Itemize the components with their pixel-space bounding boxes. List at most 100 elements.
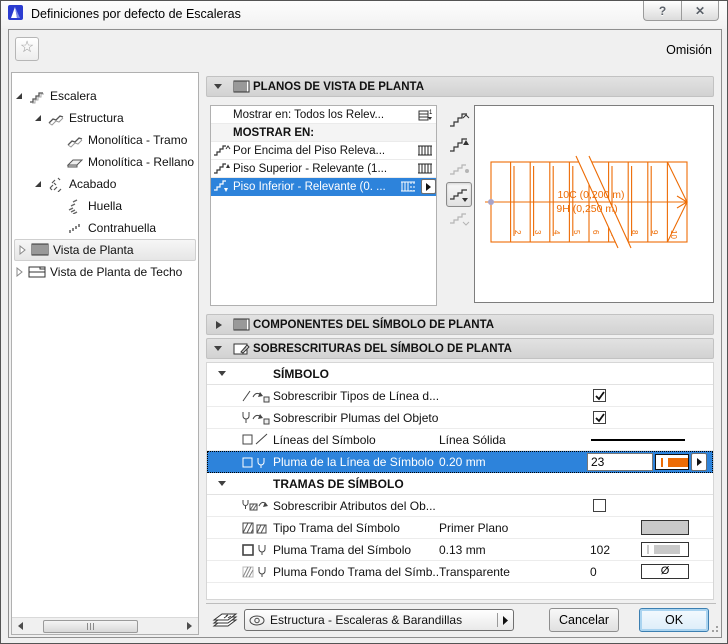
- list-item-above-relevant[interactable]: Por Encima del Piso Releva...: [211, 142, 436, 160]
- pen-color-swatch[interactable]: [655, 454, 689, 470]
- list-item-show-on[interactable]: Mostrar en: Todos los Relev... 1: [211, 106, 436, 124]
- expand-caret-icon[interactable]: [207, 320, 229, 330]
- checkbox-checked[interactable]: [593, 411, 606, 424]
- stripes-icon: [414, 163, 436, 174]
- scroll-left-arrow[interactable]: [12, 618, 29, 635]
- expanded-icon[interactable]: [12, 91, 26, 101]
- setting-row-symbol-lines[interactable]: Líneas del Símbolo Línea Sólida: [207, 429, 713, 451]
- app-icon: [8, 5, 23, 20]
- title-bar[interactable]: Definiciones por defecto de Escaleras ? …: [1, 1, 727, 28]
- section-title: PLANOS DE VISTA DE PLANTA: [253, 80, 425, 93]
- stair-above-icon: [211, 144, 233, 157]
- collapse-caret-icon[interactable]: [215, 369, 229, 378]
- setting-row-fill-pen[interactable]: Pluma Trama del Símbolo 0.13 mm 102: [207, 539, 713, 561]
- subsection-tramas[interactable]: TRAMAS DE SÍMBOLO: [207, 473, 713, 495]
- transparent-swatch[interactable]: Ø: [641, 564, 689, 579]
- setting-row-symbol-line-pen[interactable]: Pluma de la Línea de Símbolo 0.20 mm 23: [207, 451, 713, 473]
- collapse-caret-icon[interactable]: [207, 344, 229, 353]
- pen-color-swatch[interactable]: [641, 542, 689, 557]
- favorites-button[interactable]: ☆: [15, 37, 39, 61]
- tree-item-label: Monolítica - Tramo: [88, 133, 188, 147]
- list-item-bottom-relevant[interactable]: Piso Inferior - Relevante (0. ...: [211, 178, 436, 196]
- scrollbar-thumb[interactable]: [43, 619, 138, 633]
- ok-button[interactable]: OK: [639, 608, 709, 632]
- setting-row-fill-type[interactable]: Tipo Trama del Símbolo Primer Plano: [207, 517, 713, 539]
- setting-row-fill-background-pen[interactable]: Pluma Fondo Trama del Símb... Transparen…: [207, 561, 713, 583]
- list-item-label: Piso Inferior - Relevante (0. ...: [233, 180, 386, 193]
- collapse-caret-icon[interactable]: [215, 479, 229, 488]
- stair-settings-dialog: Definiciones por defecto de Escaleras ? …: [0, 0, 728, 644]
- tread-number: 10: [669, 230, 678, 239]
- mode-above-icon[interactable]: [446, 107, 472, 132]
- tread-number: 8: [630, 230, 639, 235]
- row-options-button[interactable]: [421, 179, 436, 194]
- collapse-caret-icon[interactable]: [207, 82, 229, 91]
- override-symbol-icon: [229, 342, 253, 355]
- svg-text:1: 1: [429, 110, 433, 116]
- layers-icon[interactable]: [212, 610, 238, 630]
- footer-bar: Estructura - Escaleras & Barandillas Can…: [206, 606, 716, 637]
- setting-value[interactable]: 0.20 mm: [439, 455, 486, 469]
- setting-value[interactable]: Línea Sólida: [439, 433, 506, 447]
- group-header-label: MOSTRAR EN:: [233, 126, 315, 139]
- collapsed-icon[interactable]: [12, 267, 26, 277]
- mode-top-icon[interactable]: [446, 132, 472, 157]
- finish-icon: [45, 177, 67, 192]
- collapsed-icon[interactable]: [15, 245, 29, 255]
- help-button[interactable]: ?: [643, 1, 681, 21]
- subsection-title: TRAMAS DE SÍMBOLO: [273, 476, 404, 491]
- pen-picker-button[interactable]: [691, 453, 707, 471]
- section-header-planos[interactable]: PLANOS DE VISTA DE PLANTA: [206, 76, 714, 97]
- help-icon: ?: [658, 3, 667, 18]
- mode-below-icon[interactable]: [446, 207, 472, 232]
- pen-number-field[interactable]: 23: [587, 453, 653, 471]
- setting-value[interactable]: Transparente: [439, 565, 510, 579]
- tree-item-huella[interactable]: Huella: [12, 195, 198, 217]
- override-pen-icon: [239, 410, 273, 425]
- mode-middle-icon[interactable]: [446, 157, 472, 182]
- tree-horizontal-scrollbar[interactable]: [12, 617, 198, 634]
- client-area: ☆ Omisión Escalera Estructura Monolítica…: [8, 29, 722, 638]
- tree-item-monolitica-tramo[interactable]: Monolítica - Tramo: [12, 129, 198, 151]
- setting-row-override-pens[interactable]: Sobrescribir Plumas del Objeto: [207, 407, 713, 429]
- setting-row-override-fill-attrs[interactable]: Sobrescribir Atributos del Ob...: [207, 495, 713, 517]
- tree-item-contrahuella[interactable]: Contrahuella: [12, 217, 198, 239]
- pen-number[interactable]: 0: [590, 565, 597, 579]
- list-item-top-relevant[interactable]: Piso Superior - Relevante (1...: [211, 160, 436, 178]
- cancel-button[interactable]: Cancelar: [549, 608, 619, 632]
- planos-body: Mostrar en: Todos los Relev... 1 MOSTRAR…: [206, 104, 716, 307]
- expanded-icon[interactable]: [31, 113, 45, 123]
- floor-plan-grid-icon: [29, 243, 51, 257]
- checkbox-unchecked[interactable]: [593, 499, 606, 512]
- caption-buttons: ? ✕: [643, 1, 719, 21]
- setting-value[interactable]: 0.13 mm: [439, 543, 486, 557]
- setting-label: Sobrescribir Plumas del Objeto: [273, 410, 439, 425]
- tree-item-monolitica-rellano[interactable]: Monolítica - Rellano: [12, 151, 198, 173]
- tree-item-escalera[interactable]: Escalera: [12, 85, 198, 107]
- riser-count-label: 10C (0,200 m): [557, 189, 624, 201]
- tree-item-estructura[interactable]: Estructura: [12, 107, 198, 129]
- pen-number[interactable]: 102: [590, 543, 610, 557]
- tree-item-vista-de-planta-de-techo[interactable]: Vista de Planta de Techo: [12, 261, 198, 283]
- tree-item-vista-de-planta[interactable]: Vista de Planta: [14, 239, 196, 261]
- setting-value[interactable]: Primer Plano: [439, 521, 508, 535]
- resize-grip[interactable]: [710, 626, 718, 634]
- setting-label: Pluma Trama del Símbolo: [273, 542, 412, 557]
- fill-preview-swatch[interactable]: [641, 520, 689, 535]
- close-button[interactable]: ✕: [681, 1, 719, 21]
- layer-selector[interactable]: Estructura - Escaleras & Barandillas: [244, 609, 514, 631]
- checkbox-checked[interactable]: [593, 389, 606, 402]
- section-header-sobrescrituras[interactable]: SOBRESCRITURAS DEL SÍMBOLO DE PLANTA: [206, 338, 714, 359]
- line-type-preview[interactable]: [591, 439, 685, 441]
- mode-bottom-icon-selected[interactable]: [446, 182, 472, 207]
- setting-label: Tipo Trama del Símbolo: [273, 520, 400, 535]
- expanded-icon[interactable]: [31, 179, 45, 189]
- setting-label: Pluma Fondo Trama del Símb...: [273, 564, 439, 579]
- symbol-lines-icon: [239, 432, 273, 447]
- main-panel: PLANOS DE VISTA DE PLANTA Mostrar en: To…: [206, 76, 716, 637]
- tree-item-acabado[interactable]: Acabado: [12, 173, 198, 195]
- subsection-simbolo[interactable]: SÍMBOLO: [207, 363, 713, 385]
- scroll-right-arrow[interactable]: [181, 618, 198, 635]
- section-header-componentes[interactable]: COMPONENTES DEL SÍMBOLO DE PLANTA: [206, 314, 714, 335]
- setting-row-override-line-types[interactable]: Sobrescribir Tipos de Línea d...: [207, 385, 713, 407]
